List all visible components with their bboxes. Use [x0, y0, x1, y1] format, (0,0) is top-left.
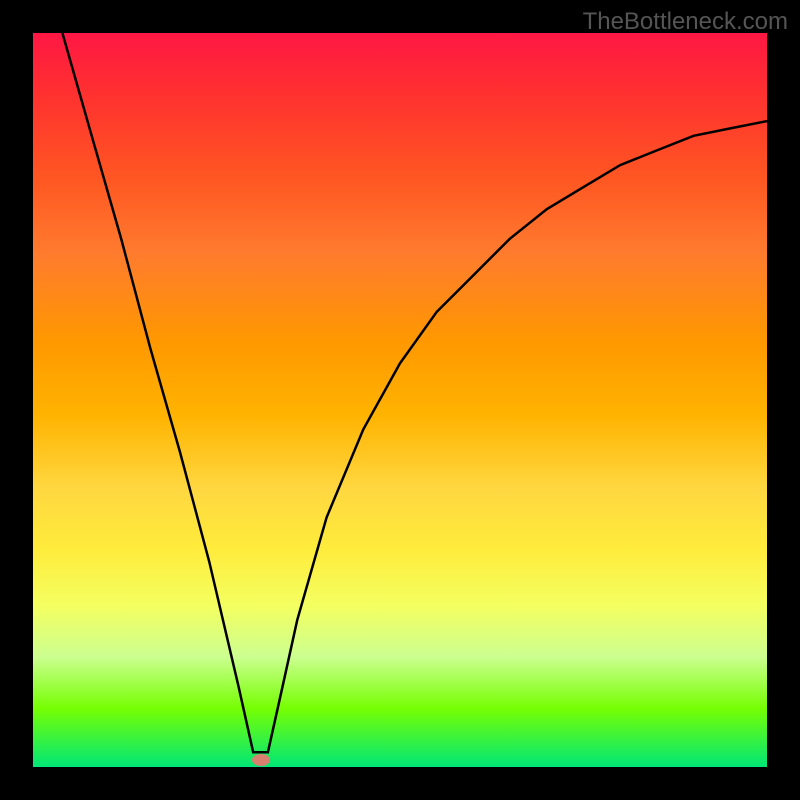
watermark-text: TheBottleneck.com — [583, 8, 788, 36]
minimum-marker — [252, 754, 270, 766]
bottleneck-curve — [62, 33, 767, 752]
curve-svg — [33, 33, 767, 767]
